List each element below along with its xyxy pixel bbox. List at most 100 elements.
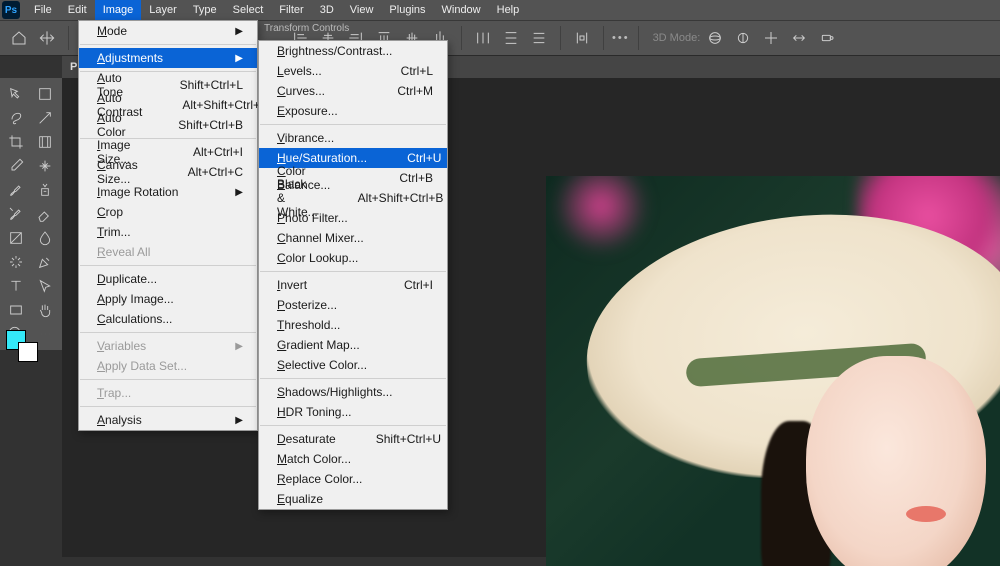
tools-panel <box>0 78 62 350</box>
adjustments-item[interactable]: Brightness/Contrast... <box>259 41 447 61</box>
clone-tool[interactable] <box>31 178 59 202</box>
adjustments-item[interactable]: Replace Color... <box>259 469 447 489</box>
menu-select[interactable]: Select <box>225 0 272 20</box>
crop-tool[interactable] <box>2 130 30 154</box>
image-menu-item[interactable]: Canvas Size...Alt+Ctrl+C <box>79 162 257 182</box>
frame-tool[interactable] <box>31 130 59 154</box>
menu-layer[interactable]: Layer <box>141 0 185 20</box>
slide-3d-icon[interactable] <box>786 25 812 51</box>
menu-separator <box>260 378 446 379</box>
more-options-icon[interactable]: ••• <box>612 32 630 44</box>
image-menu-item: Reveal All <box>79 242 257 262</box>
adjustments-item[interactable]: Exposure... <box>259 101 447 121</box>
distribute-spacing-icon[interactable] <box>569 25 595 51</box>
blur-tool[interactable] <box>31 226 59 250</box>
menu-separator <box>80 44 256 45</box>
spot-heal-tool[interactable] <box>31 154 59 178</box>
menu-file[interactable]: File <box>26 0 60 20</box>
menu-type[interactable]: Type <box>185 0 225 20</box>
adjustments-item[interactable]: Posterize... <box>259 295 447 315</box>
adjustments-item[interactable]: Levels...Ctrl+L <box>259 61 447 81</box>
divider <box>603 26 604 50</box>
divider <box>560 26 561 50</box>
adjustments-item[interactable]: Vibrance... <box>259 128 447 148</box>
menu-plugins[interactable]: Plugins <box>381 0 433 20</box>
menu-separator <box>260 124 446 125</box>
eraser-tool[interactable] <box>31 202 59 226</box>
photo-layer <box>546 176 1000 566</box>
image-menu-item: Variables▶ <box>79 336 257 356</box>
image-menu-item[interactable]: Calculations... <box>79 309 257 329</box>
menu-view[interactable]: View <box>342 0 382 20</box>
menu-3d[interactable]: 3D <box>312 0 342 20</box>
adjustments-item[interactable]: Threshold... <box>259 315 447 335</box>
image-menu-item[interactable]: Auto ColorShift+Ctrl+B <box>79 115 257 135</box>
image-menu-item[interactable]: Crop <box>79 202 257 222</box>
menu-separator <box>260 271 446 272</box>
menu-help[interactable]: Help <box>489 0 528 20</box>
menu-filter[interactable]: Filter <box>271 0 311 20</box>
adjustments-item[interactable]: Gradient Map... <box>259 335 447 355</box>
app-logo: Ps <box>2 1 20 19</box>
image-menu-item[interactable]: Apply Image... <box>79 289 257 309</box>
menu-separator <box>80 265 256 266</box>
move-handles-icon[interactable] <box>34 25 60 51</box>
adjustments-item[interactable]: DesaturateShift+Ctrl+U <box>259 429 447 449</box>
type-tool[interactable] <box>2 274 30 298</box>
menu-separator <box>80 406 256 407</box>
zoom-3d-icon[interactable] <box>814 25 840 51</box>
document-tab[interactable]: P <box>70 61 77 73</box>
adjustments-item[interactable]: HDR Toning... <box>259 402 447 422</box>
roll-3d-icon[interactable] <box>730 25 756 51</box>
adjustments-item[interactable]: Shadows/Highlights... <box>259 382 447 402</box>
adjustments-item[interactable]: Curves...Ctrl+M <box>259 81 447 101</box>
gradient-tool[interactable] <box>2 226 30 250</box>
transform-controls-label: Transform Controls <box>264 23 349 34</box>
pen-tool[interactable] <box>31 250 59 274</box>
background-color-swatch[interactable] <box>18 342 38 362</box>
menubar: Ps FileEditImageLayerTypeSelectFilter3DV… <box>0 0 1000 20</box>
adjustments-item[interactable]: Channel Mixer... <box>259 228 447 248</box>
menu-edit[interactable]: Edit <box>60 0 95 20</box>
eyedropper-tool[interactable] <box>2 154 30 178</box>
adjustments-item[interactable]: Color Lookup... <box>259 248 447 268</box>
adjustments-item[interactable]: InvertCtrl+I <box>259 275 447 295</box>
divider <box>638 26 639 50</box>
image-menu-item: Apply Data Set... <box>79 356 257 376</box>
image-menu-item[interactable]: Mode▶ <box>79 21 257 41</box>
rectangle-tool[interactable] <box>2 298 30 322</box>
menu-separator <box>80 332 256 333</box>
history-brush-tool[interactable] <box>2 202 30 226</box>
path-select-tool[interactable] <box>31 274 59 298</box>
distribute-v-icon[interactable] <box>498 25 524 51</box>
image-menu-item[interactable]: Trim... <box>79 222 257 242</box>
marquee-tool[interactable] <box>31 82 59 106</box>
image-menu-item[interactable]: Duplicate... <box>79 269 257 289</box>
move-tool[interactable] <box>2 82 30 106</box>
image-menu-item[interactable]: Image Rotation▶ <box>79 182 257 202</box>
lasso-tool[interactable] <box>2 106 30 130</box>
distribute-b-icon[interactable] <box>526 25 552 51</box>
distribute-h-icon[interactable] <box>470 25 496 51</box>
image-menu-item[interactable]: Analysis▶ <box>79 410 257 430</box>
adjustments-item[interactable]: Equalize <box>259 489 447 509</box>
menu-image[interactable]: Image <box>95 0 142 20</box>
dodge-tool[interactable] <box>2 250 30 274</box>
brush-tool[interactable] <box>2 178 30 202</box>
adjustments-submenu: Brightness/Contrast...Levels...Ctrl+LCur… <box>258 40 448 510</box>
divider <box>461 26 462 50</box>
adjustments-item[interactable]: Selective Color... <box>259 355 447 375</box>
home-icon[interactable] <box>6 25 32 51</box>
image-menu-item: Trap... <box>79 383 257 403</box>
image-menu-dropdown: Mode▶Adjustments▶Auto ToneShift+Ctrl+LAu… <box>78 20 258 431</box>
menu-separator <box>260 425 446 426</box>
orbit-3d-icon[interactable] <box>702 25 728 51</box>
hand-tool[interactable] <box>31 298 59 322</box>
menu-window[interactable]: Window <box>434 0 489 20</box>
adjustments-item[interactable]: Match Color... <box>259 449 447 469</box>
pan-3d-icon[interactable] <box>758 25 784 51</box>
adjustments-item[interactable]: Photo Filter... <box>259 208 447 228</box>
image-menu-item[interactable]: Adjustments▶ <box>79 48 257 68</box>
menu-separator <box>80 379 256 380</box>
magic-wand-tool[interactable] <box>31 106 59 130</box>
